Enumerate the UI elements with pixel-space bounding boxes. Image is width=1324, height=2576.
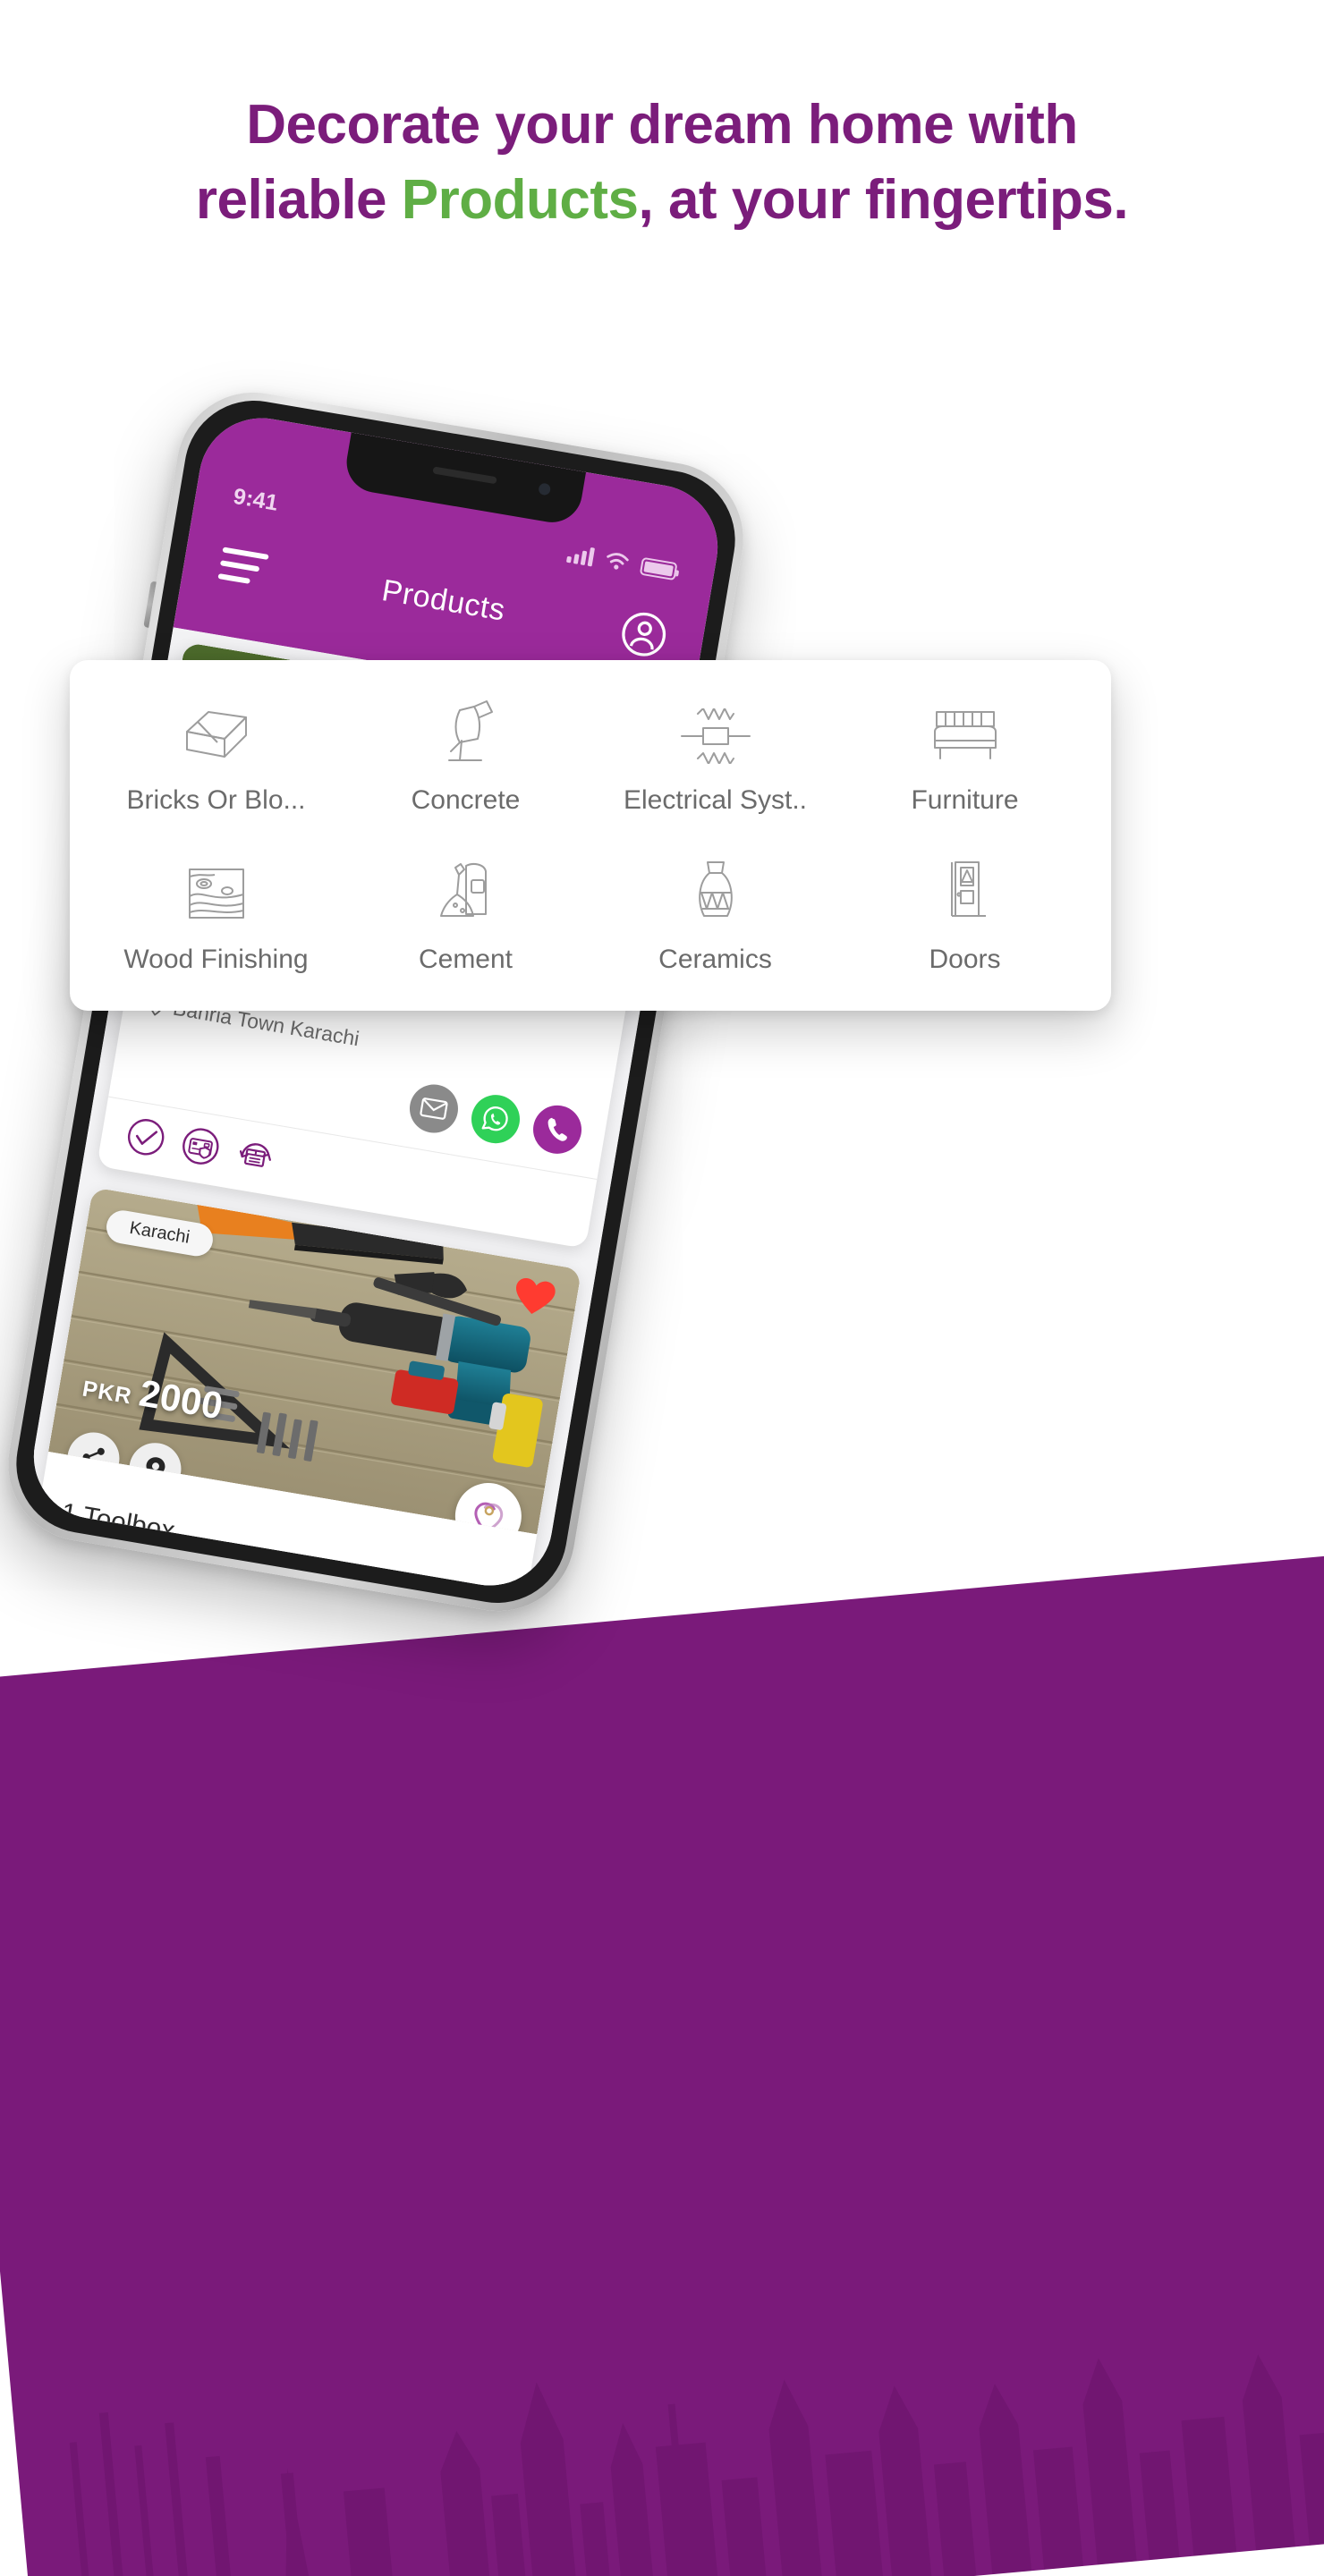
category-label: Cement xyxy=(418,945,513,974)
category-item-furniture[interactable]: Furniture xyxy=(840,698,1090,816)
category-label: Ceramics xyxy=(658,945,772,974)
city-skyline-silhouette xyxy=(69,2354,1324,2576)
category-item-electrical-systems[interactable]: Electrical Syst.. xyxy=(590,698,840,816)
email-button[interactable] xyxy=(405,1080,463,1137)
category-label: Electrical Syst.. xyxy=(623,785,808,815)
page-title: Decorate your dream home with reliable P… xyxy=(0,88,1324,237)
category-label: Furniture xyxy=(911,785,1019,815)
product-card[interactable]: Karachi PKR 2000 1 Toolbox Bahria Town K… xyxy=(24,1187,582,1596)
wood-grain-icon xyxy=(184,857,249,923)
headline-line-2-prefix: reliable xyxy=(195,168,402,231)
hamburger-menu-icon[interactable] xyxy=(217,547,269,586)
envelope-icon xyxy=(420,1097,448,1120)
category-panel[interactable]: Bricks Or Blo... Concrete Electrical Sys… xyxy=(70,660,1111,1011)
ceramic-vase-icon xyxy=(688,857,743,923)
brick-icon xyxy=(182,698,251,764)
headline-line-2-suffix: , at your fingertips. xyxy=(638,168,1129,231)
earpiece-speaker xyxy=(432,466,497,485)
promo-screenshot: Decorate your dream home with reliable P… xyxy=(0,0,1324,2576)
category-item-concrete[interactable]: Concrete xyxy=(341,698,590,816)
category-label: Bricks Or Blo... xyxy=(126,785,306,815)
concrete-pour-icon xyxy=(433,698,499,764)
category-item-wood-finishing[interactable]: Wood Finishing xyxy=(91,857,341,975)
signal-bars-icon xyxy=(565,543,596,567)
status-time: 9:41 xyxy=(231,483,280,516)
electrical-resistor-icon xyxy=(678,698,753,764)
category-label: Concrete xyxy=(411,785,521,815)
check-circle-icon[interactable] xyxy=(123,1114,170,1161)
account-circle-icon[interactable] xyxy=(617,607,671,661)
category-grid[interactable]: Bricks Or Blo... Concrete Electrical Sys… xyxy=(91,698,1090,975)
category-item-doors[interactable]: Doors xyxy=(840,857,1090,975)
location-pin-small-icon xyxy=(56,1539,73,1561)
cement-bag-icon xyxy=(434,857,498,923)
headline-accent-word: Products xyxy=(401,168,639,231)
whatsapp-button[interactable] xyxy=(467,1091,524,1148)
phone-handset-icon xyxy=(547,1117,567,1141)
product-location-text: Bahria Town Karachi xyxy=(79,1540,269,1596)
category-item-bricks-or-blocks[interactable]: Bricks Or Blo... xyxy=(91,698,341,816)
headline-line-1: Decorate your dream home with xyxy=(246,94,1078,156)
category-label: Doors xyxy=(929,945,1001,974)
card-shield-icon[interactable] xyxy=(177,1123,225,1170)
favorite-heart-icon[interactable] xyxy=(511,1274,558,1321)
front-camera xyxy=(538,482,552,496)
box-refresh-icon[interactable] xyxy=(232,1131,279,1179)
category-label: Wood Finishing xyxy=(123,945,309,974)
category-item-ceramics[interactable]: Ceramics xyxy=(590,857,840,975)
battery-icon xyxy=(639,556,678,581)
whatsapp-icon xyxy=(481,1106,508,1131)
purple-background-slab xyxy=(0,1550,1324,2576)
call-button[interactable] xyxy=(529,1101,586,1157)
sofa-icon xyxy=(928,698,1003,764)
price-currency: PKR xyxy=(80,1376,134,1410)
door-icon xyxy=(939,857,991,923)
category-item-cement[interactable]: Cement xyxy=(341,857,590,975)
wifi-icon xyxy=(607,553,629,570)
